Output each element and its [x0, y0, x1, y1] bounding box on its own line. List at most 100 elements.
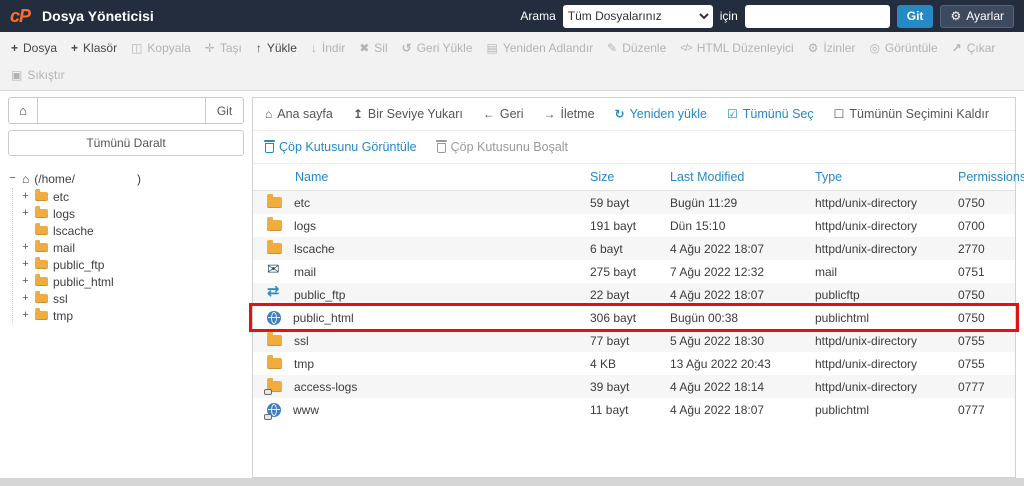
- restore-icon: [402, 42, 412, 54]
- toolbar-button-delete[interactable]: Sil: [352, 41, 394, 55]
- nav-forward[interactable]: İletme: [543, 107, 594, 121]
- folder-icon: [35, 257, 48, 269]
- column-header-type[interactable]: Type: [815, 170, 958, 184]
- expand-icon[interactable]: [21, 208, 30, 219]
- search-input[interactable]: [744, 4, 890, 28]
- expand-icon[interactable]: [21, 191, 30, 202]
- file-name: etc: [294, 195, 311, 210]
- toolbar-button-permissions[interactable]: İzinler: [801, 41, 863, 55]
- tree-item-lscache[interactable]: lscache: [21, 222, 244, 239]
- toolbar-button-edit[interactable]: Düzenle: [600, 41, 673, 55]
- toolbar-button-new-file[interactable]: Dosya: [4, 41, 64, 55]
- search-go-button[interactable]: Git: [896, 4, 934, 28]
- collapse-all-button[interactable]: Tümünü Daralt: [8, 130, 244, 156]
- file-name: logs: [294, 218, 317, 233]
- path-input[interactable]: [38, 97, 206, 124]
- file-name: tmp: [294, 356, 315, 371]
- toolbar-button-upload[interactable]: Yükle: [249, 41, 304, 55]
- tree-item-tmp[interactable]: tmp: [21, 307, 244, 324]
- folder-icon: [35, 223, 48, 235]
- nav-up-one-level[interactable]: Bir Seviye Yukarı: [353, 107, 463, 121]
- file-row-tmp[interactable]: tmp 4 KB 13 Ağu 2022 20:43 httpd/unix-di…: [253, 352, 1015, 375]
- file-row-ssl[interactable]: ssl 77 bayt 5 Ağu 2022 18:30 httpd/unix-…: [253, 329, 1015, 352]
- column-header-size[interactable]: Size: [590, 170, 670, 184]
- up-icon: [353, 108, 363, 120]
- view-icon: [869, 42, 879, 54]
- file-name: ssl: [294, 333, 309, 348]
- toolbar-row-2: Sıkıştır: [4, 61, 1020, 88]
- toolbar-button-download[interactable]: İndir: [304, 41, 352, 55]
- file-list: etc 59 bayt Bugün 11:29 httpd/unix-direc…: [249, 191, 1019, 421]
- folder-icon: [35, 240, 48, 252]
- toolbar-button-new-folder[interactable]: Klasör: [64, 41, 124, 55]
- folder-icon: [267, 217, 282, 231]
- column-header-permissions[interactable]: Permissions: [958, 170, 1024, 184]
- collapse-icon[interactable]: [8, 173, 17, 184]
- file-size: 306 bayt: [590, 310, 637, 325]
- search-for-label: için: [719, 9, 738, 23]
- file-row-etc[interactable]: etc 59 bayt Bugün 11:29 httpd/unix-direc…: [253, 191, 1015, 214]
- toolbar-button-extract[interactable]: Çıkar: [945, 41, 1003, 55]
- expand-icon[interactable]: [21, 293, 30, 304]
- tree-item-mail[interactable]: mail: [21, 239, 244, 256]
- tree-root-home[interactable]: (/home/): [8, 170, 244, 187]
- select-all-icon: [727, 108, 738, 120]
- tree-item-etc[interactable]: etc: [21, 188, 244, 205]
- file-permissions: 0750: [958, 195, 985, 210]
- nav-back[interactable]: Geri: [483, 107, 524, 121]
- expand-icon[interactable]: [21, 242, 30, 253]
- file-modified: 4 Ağu 2022 18:14: [670, 379, 765, 394]
- column-header-name[interactable]: Name: [253, 170, 590, 184]
- file-type: httpd/unix-directory: [815, 379, 918, 394]
- nav-deselect-all[interactable]: Tümünün Seçimini Kaldır: [834, 107, 989, 121]
- path-input-group: Git: [8, 97, 244, 124]
- tree-item-ssl[interactable]: ssl: [21, 290, 244, 307]
- file-row-www[interactable]: www 11 bayt 4 Ağu 2022 18:07 publichtml …: [253, 398, 1015, 421]
- home-icon: [265, 108, 272, 120]
- tree-item-public_html[interactable]: public_html: [21, 273, 244, 290]
- globe-link-icon: [264, 402, 281, 420]
- search-label: Arama: [520, 9, 556, 23]
- file-row-logs[interactable]: logs 191 bayt Dün 15:10 httpd/unix-direc…: [253, 214, 1015, 237]
- toolbar-button-copy[interactable]: Kopyala: [124, 41, 198, 55]
- cpanel-logo: cP: [10, 5, 31, 26]
- extract-icon: [952, 42, 962, 54]
- nav-home[interactable]: Ana sayfa: [265, 107, 333, 121]
- file-row-public_ftp[interactable]: public_ftp 22 bayt 4 Ağu 2022 18:07 publ…: [253, 283, 1015, 306]
- file-row-public_html[interactable]: public_html 306 bayt Bugün 00:38 publich…: [249, 303, 1019, 332]
- file-modified: Dün 15:10: [670, 218, 726, 233]
- nav-select-all[interactable]: Tümünü Seç: [727, 107, 814, 121]
- settings-button[interactable]: Ayarlar: [940, 4, 1014, 28]
- column-header-modified[interactable]: Last Modified: [670, 170, 815, 184]
- expand-icon[interactable]: [21, 259, 30, 270]
- file-name: lscache: [294, 241, 335, 256]
- tree-item-public_ftp[interactable]: public_ftp: [21, 256, 244, 273]
- toolbar-button-move[interactable]: Taşı: [198, 41, 249, 55]
- file-permissions: 0750: [958, 287, 985, 302]
- file-type: publichtml: [815, 310, 870, 325]
- expand-icon[interactable]: [21, 276, 30, 287]
- toolbar-button-restore[interactable]: Geri Yükle: [395, 41, 480, 55]
- path-go-button[interactable]: Git: [206, 97, 244, 124]
- nav-empty-trash[interactable]: Çöp Kutusunu Boşalt: [435, 140, 568, 154]
- search-scope-select[interactable]: Tüm Dosyalarınız: [562, 4, 713, 28]
- tree-item-logs[interactable]: logs: [21, 205, 244, 222]
- expand-icon[interactable]: [21, 310, 30, 321]
- toolbar-button-compress[interactable]: Sıkıştır: [4, 68, 72, 82]
- file-row-mail[interactable]: mail 275 bayt 7 Ağu 2022 12:32 mail 0751: [253, 260, 1015, 283]
- html-icon: [680, 41, 691, 54]
- forward-icon: [543, 108, 555, 120]
- toolbar-button-html-editor[interactable]: HTML Düzenleyici: [673, 41, 800, 55]
- file-size: 6 bayt: [590, 241, 623, 256]
- toolbar-button-view[interactable]: Görüntüle: [862, 41, 944, 55]
- home-button[interactable]: [8, 97, 38, 124]
- nav-reload[interactable]: Yeniden yükle: [615, 107, 707, 121]
- plus-icon: [71, 42, 78, 54]
- file-permissions: 0777: [958, 402, 985, 417]
- upload-icon: [256, 42, 262, 54]
- file-row-access-logs[interactable]: access-logs 39 bayt 4 Ağu 2022 18:14 htt…: [253, 375, 1015, 398]
- link-badge: [264, 389, 272, 395]
- file-row-lscache[interactable]: lscache 6 bayt 4 Ağu 2022 18:07 httpd/un…: [253, 237, 1015, 260]
- nav-view-trash[interactable]: Çöp Kutusunu Görüntüle: [264, 140, 417, 154]
- toolbar-button-rename[interactable]: Yeniden Adlandır: [480, 41, 601, 55]
